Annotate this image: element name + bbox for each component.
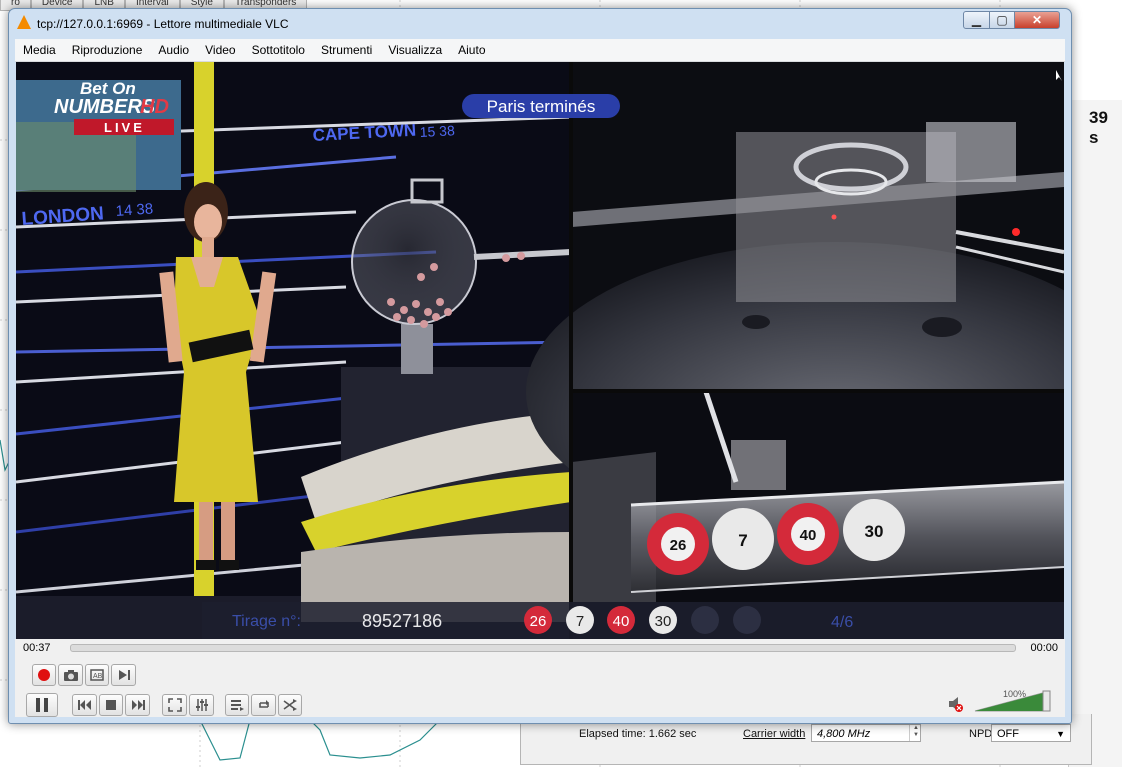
pause-icon xyxy=(36,698,48,712)
drawn-ball-number: 7 xyxy=(576,613,584,630)
carrier-width-label[interactable]: Carrier width xyxy=(743,728,805,740)
menu-bar: Media Riproduzione Audio Video Sottotito… xyxy=(15,39,1065,62)
next-icon xyxy=(131,700,145,710)
studio-scene: Bet On NUMBERS HD LIVE CAPE TOWN 15 38 L… xyxy=(16,62,572,639)
play-pause-button[interactable] xyxy=(26,693,58,717)
frame-step-icon xyxy=(118,670,130,680)
maximize-icon: ▢ xyxy=(996,13,1008,27)
menu-riproduzione[interactable]: Riproduzione xyxy=(64,39,151,61)
tube-ball-number: 26 xyxy=(670,537,687,554)
menu-video[interactable]: Video xyxy=(197,39,243,61)
seek-row: 00:37 00:00 xyxy=(15,639,1065,659)
npd-value: OFF xyxy=(997,728,1019,740)
empty-ball-slot xyxy=(733,606,761,634)
mute-speaker-icon[interactable] xyxy=(949,697,963,712)
logo-hd: HD xyxy=(140,96,169,118)
camera-icon xyxy=(63,670,78,681)
background-seconds-text: 39 s xyxy=(1089,108,1108,147)
drawn-ball-number: 40 xyxy=(613,613,630,630)
npd-select[interactable]: OFF ▼ xyxy=(991,724,1071,742)
previous-icon xyxy=(77,700,91,710)
loop-ab-icon: AB xyxy=(90,669,104,681)
shuffle-button[interactable] xyxy=(278,694,302,716)
draw-ticker: Tirage n°: 89527186 26 7 40 30 4/6 xyxy=(202,602,1064,639)
menu-aiuto[interactable]: Aiuto xyxy=(450,39,493,61)
title-bar[interactable]: tcp://127.0.0.1:6969 - Lettore multimedi… xyxy=(9,9,1071,37)
carrier-width-spinner[interactable]: ▲ ▼ xyxy=(909,725,922,741)
tube-ball-number: 40 xyxy=(800,527,817,544)
volume-level: 100% xyxy=(1003,689,1026,699)
minimize-button[interactable]: ▁ xyxy=(963,11,990,29)
shuffle-icon xyxy=(283,699,297,711)
empty-ball-slot xyxy=(691,606,719,634)
total-time[interactable]: 00:00 xyxy=(1030,642,1058,654)
tube-ball: 30 xyxy=(843,499,905,561)
window-title: tcp://127.0.0.1:6969 - Lettore multimedi… xyxy=(37,17,289,31)
video-area[interactable]: Bet On NUMBERS HD LIVE CAPE TOWN 15 38 L… xyxy=(16,62,1064,639)
elapsed-time-text: Elapsed time: 1.662 sec xyxy=(579,728,697,740)
menu-audio[interactable]: Audio xyxy=(150,39,197,61)
playlist-button[interactable] xyxy=(225,694,249,716)
menu-sottotitolo[interactable]: Sottotitolo xyxy=(244,39,313,61)
loop-icon xyxy=(258,700,269,708)
playlist-icon xyxy=(231,700,244,711)
loop-button[interactable] xyxy=(251,694,276,716)
close-icon: ✕ xyxy=(1031,13,1043,27)
video-frame: Bet On NUMBERS HD LIVE CAPE TOWN 15 38 L… xyxy=(16,62,1064,639)
svg-text:AB: AB xyxy=(93,673,103,680)
volume-control[interactable]: 100% xyxy=(945,685,1057,715)
fullscreen-icon xyxy=(167,698,182,712)
record-icon xyxy=(38,669,50,681)
vlc-cone-icon xyxy=(17,15,31,29)
menu-media[interactable]: Media xyxy=(15,39,64,61)
tube-ball: 26 xyxy=(647,513,709,575)
menu-visualizza[interactable]: Visualizza xyxy=(380,39,450,61)
extended-settings-button[interactable] xyxy=(189,694,214,716)
tube-closeup: 26 7 40 30 xyxy=(572,391,1064,639)
tube-ball-number: 7 xyxy=(738,531,747,550)
cape-town-time: 15 38 xyxy=(419,122,455,140)
draw-progress: 4/6 xyxy=(831,614,853,631)
drawn-ball-number: 26 xyxy=(530,613,547,630)
stop-icon xyxy=(106,700,116,710)
tirage-label: Tirage n°: xyxy=(232,613,301,630)
snapshot-button[interactable] xyxy=(58,664,83,686)
close-button[interactable]: ✕ xyxy=(1014,11,1060,29)
next-button[interactable] xyxy=(125,694,150,716)
drawn-ball-number: 30 xyxy=(655,613,672,630)
background-side-panel xyxy=(1068,100,1122,767)
control-bar: AB 100% xyxy=(15,659,1065,717)
carrier-width-input[interactable]: 4,800 MHz xyxy=(811,724,921,742)
equalizer-icon xyxy=(195,699,208,711)
logo-live: LIVE xyxy=(104,120,145,135)
frame-step-button[interactable] xyxy=(111,664,136,686)
maximize-button[interactable]: ▢ xyxy=(989,11,1015,29)
loop-ab-button[interactable]: AB xyxy=(85,664,109,686)
paris-banner-text: Paris terminés xyxy=(487,97,596,116)
elapsed-time: 00:37 xyxy=(23,642,51,654)
chevron-down-icon: ▼ xyxy=(1056,729,1065,739)
tube-ball: 7 xyxy=(712,508,774,570)
stop-button[interactable] xyxy=(99,694,123,716)
seek-slider[interactable] xyxy=(70,644,1016,652)
volume-slider[interactable]: 100% xyxy=(945,685,1057,715)
npd-label: NPD xyxy=(969,728,993,740)
tirage-number: 89527186 xyxy=(362,611,442,631)
fullscreen-button[interactable] xyxy=(162,694,187,716)
tube-ball: 40 xyxy=(777,503,839,565)
minimize-icon: ▁ xyxy=(971,13,982,27)
tube-ball-number: 30 xyxy=(865,522,884,541)
menu-strumenti[interactable]: Strumenti xyxy=(313,39,380,61)
split-divider-vertical xyxy=(569,62,573,639)
previous-button[interactable] xyxy=(72,694,97,716)
vlc-window: tcp://127.0.0.1:6969 - Lettore multimedi… xyxy=(8,8,1072,724)
split-divider-horizontal xyxy=(569,389,1064,393)
record-button[interactable] xyxy=(32,664,56,686)
london-time: 14 38 xyxy=(115,200,154,220)
